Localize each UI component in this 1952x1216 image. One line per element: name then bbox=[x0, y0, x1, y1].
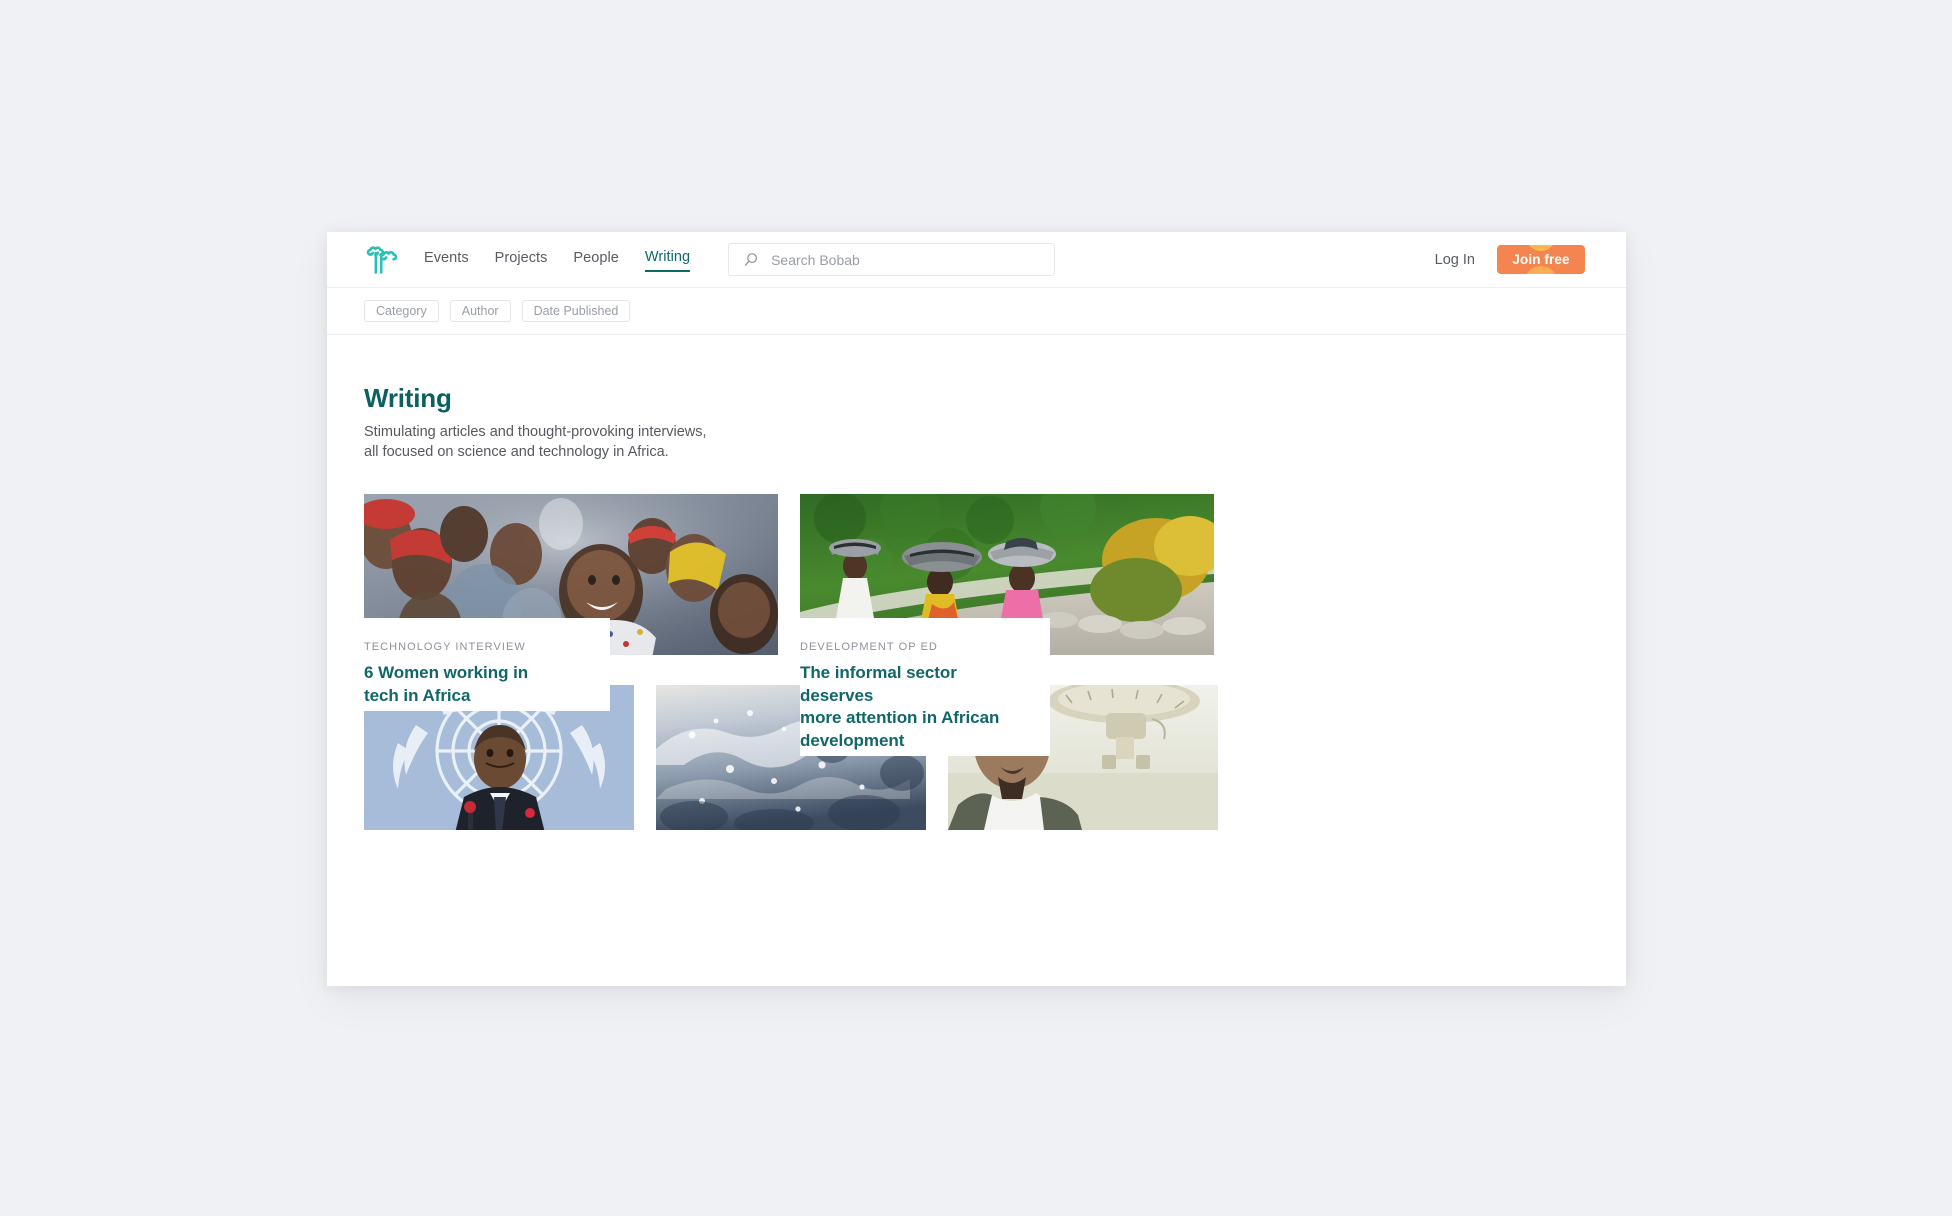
article-headline-line-1: The informal sector deserves bbox=[800, 663, 957, 705]
search-input[interactable] bbox=[728, 243, 1056, 276]
nav-item-writing[interactable]: Writing bbox=[644, 247, 691, 272]
article-headline-line-3: development bbox=[800, 730, 905, 750]
log-in-link[interactable]: Log In bbox=[1435, 252, 1475, 268]
nav-item-projects[interactable]: Projects bbox=[495, 248, 548, 271]
article-headline: 6 Women working in tech in Africa bbox=[364, 662, 590, 707]
top-navigation-bar: Events Projects People Writing Log In Jo… bbox=[327, 232, 1626, 288]
page-subtitle: Stimulating articles and thought-provoki… bbox=[364, 422, 834, 462]
article-text-panel: TECHNOLOGY INTERVIEW 6 Women working in … bbox=[364, 618, 610, 711]
article-card-women-in-tech[interactable]: TECHNOLOGY INTERVIEW 6 Women working in … bbox=[364, 494, 778, 711]
article-headline-line-2: tech in Africa bbox=[364, 685, 471, 705]
main-content: Writing Stimulating articles and thought… bbox=[327, 335, 1626, 830]
article-kicker: DEVELOPMENT OP ED bbox=[800, 641, 938, 653]
article-headline-line-2: more attention in African bbox=[800, 708, 1000, 727]
nav-right-actions: Log In Join free bbox=[1435, 245, 1585, 274]
article-headline-line-1: 6 Women working in bbox=[364, 663, 529, 682]
article-card-informal-sector[interactable]: DEVELOPMENT OP ED The informal sector de… bbox=[800, 494, 1214, 756]
filter-date-published[interactable]: Date Published bbox=[521, 300, 631, 322]
page-subtitle-line-1: Stimulating articles and thought-provoki… bbox=[364, 424, 707, 440]
join-free-button[interactable]: Join free bbox=[1497, 245, 1585, 274]
search-container bbox=[728, 243, 1056, 276]
filter-category[interactable]: Category bbox=[364, 300, 439, 322]
filter-author[interactable]: Author bbox=[449, 300, 511, 322]
article-headline: The informal sector deserves more attent… bbox=[800, 662, 1030, 752]
nav-links: Events Projects People Writing bbox=[424, 247, 691, 272]
article-kicker: TECHNOLOGY INTERVIEW bbox=[364, 641, 526, 653]
nav-item-events[interactable]: Events bbox=[424, 248, 469, 271]
join-free-button-label: Join free bbox=[1512, 252, 1570, 267]
page-subtitle-line-2: all focused on science and technology in… bbox=[364, 444, 669, 460]
filter-bar: Category Author Date Published bbox=[327, 288, 1626, 335]
featured-articles-row: TECHNOLOGY INTERVIEW 6 Women working in … bbox=[364, 494, 1589, 756]
page-title: Writing bbox=[364, 383, 452, 413]
baobab-tree-logo-icon[interactable] bbox=[364, 243, 398, 277]
nav-item-people[interactable]: People bbox=[573, 248, 618, 271]
article-text-panel: DEVELOPMENT OP ED The informal sector de… bbox=[800, 618, 1050, 756]
browser-page-card: Events Projects People Writing Log In Jo… bbox=[327, 232, 1626, 986]
